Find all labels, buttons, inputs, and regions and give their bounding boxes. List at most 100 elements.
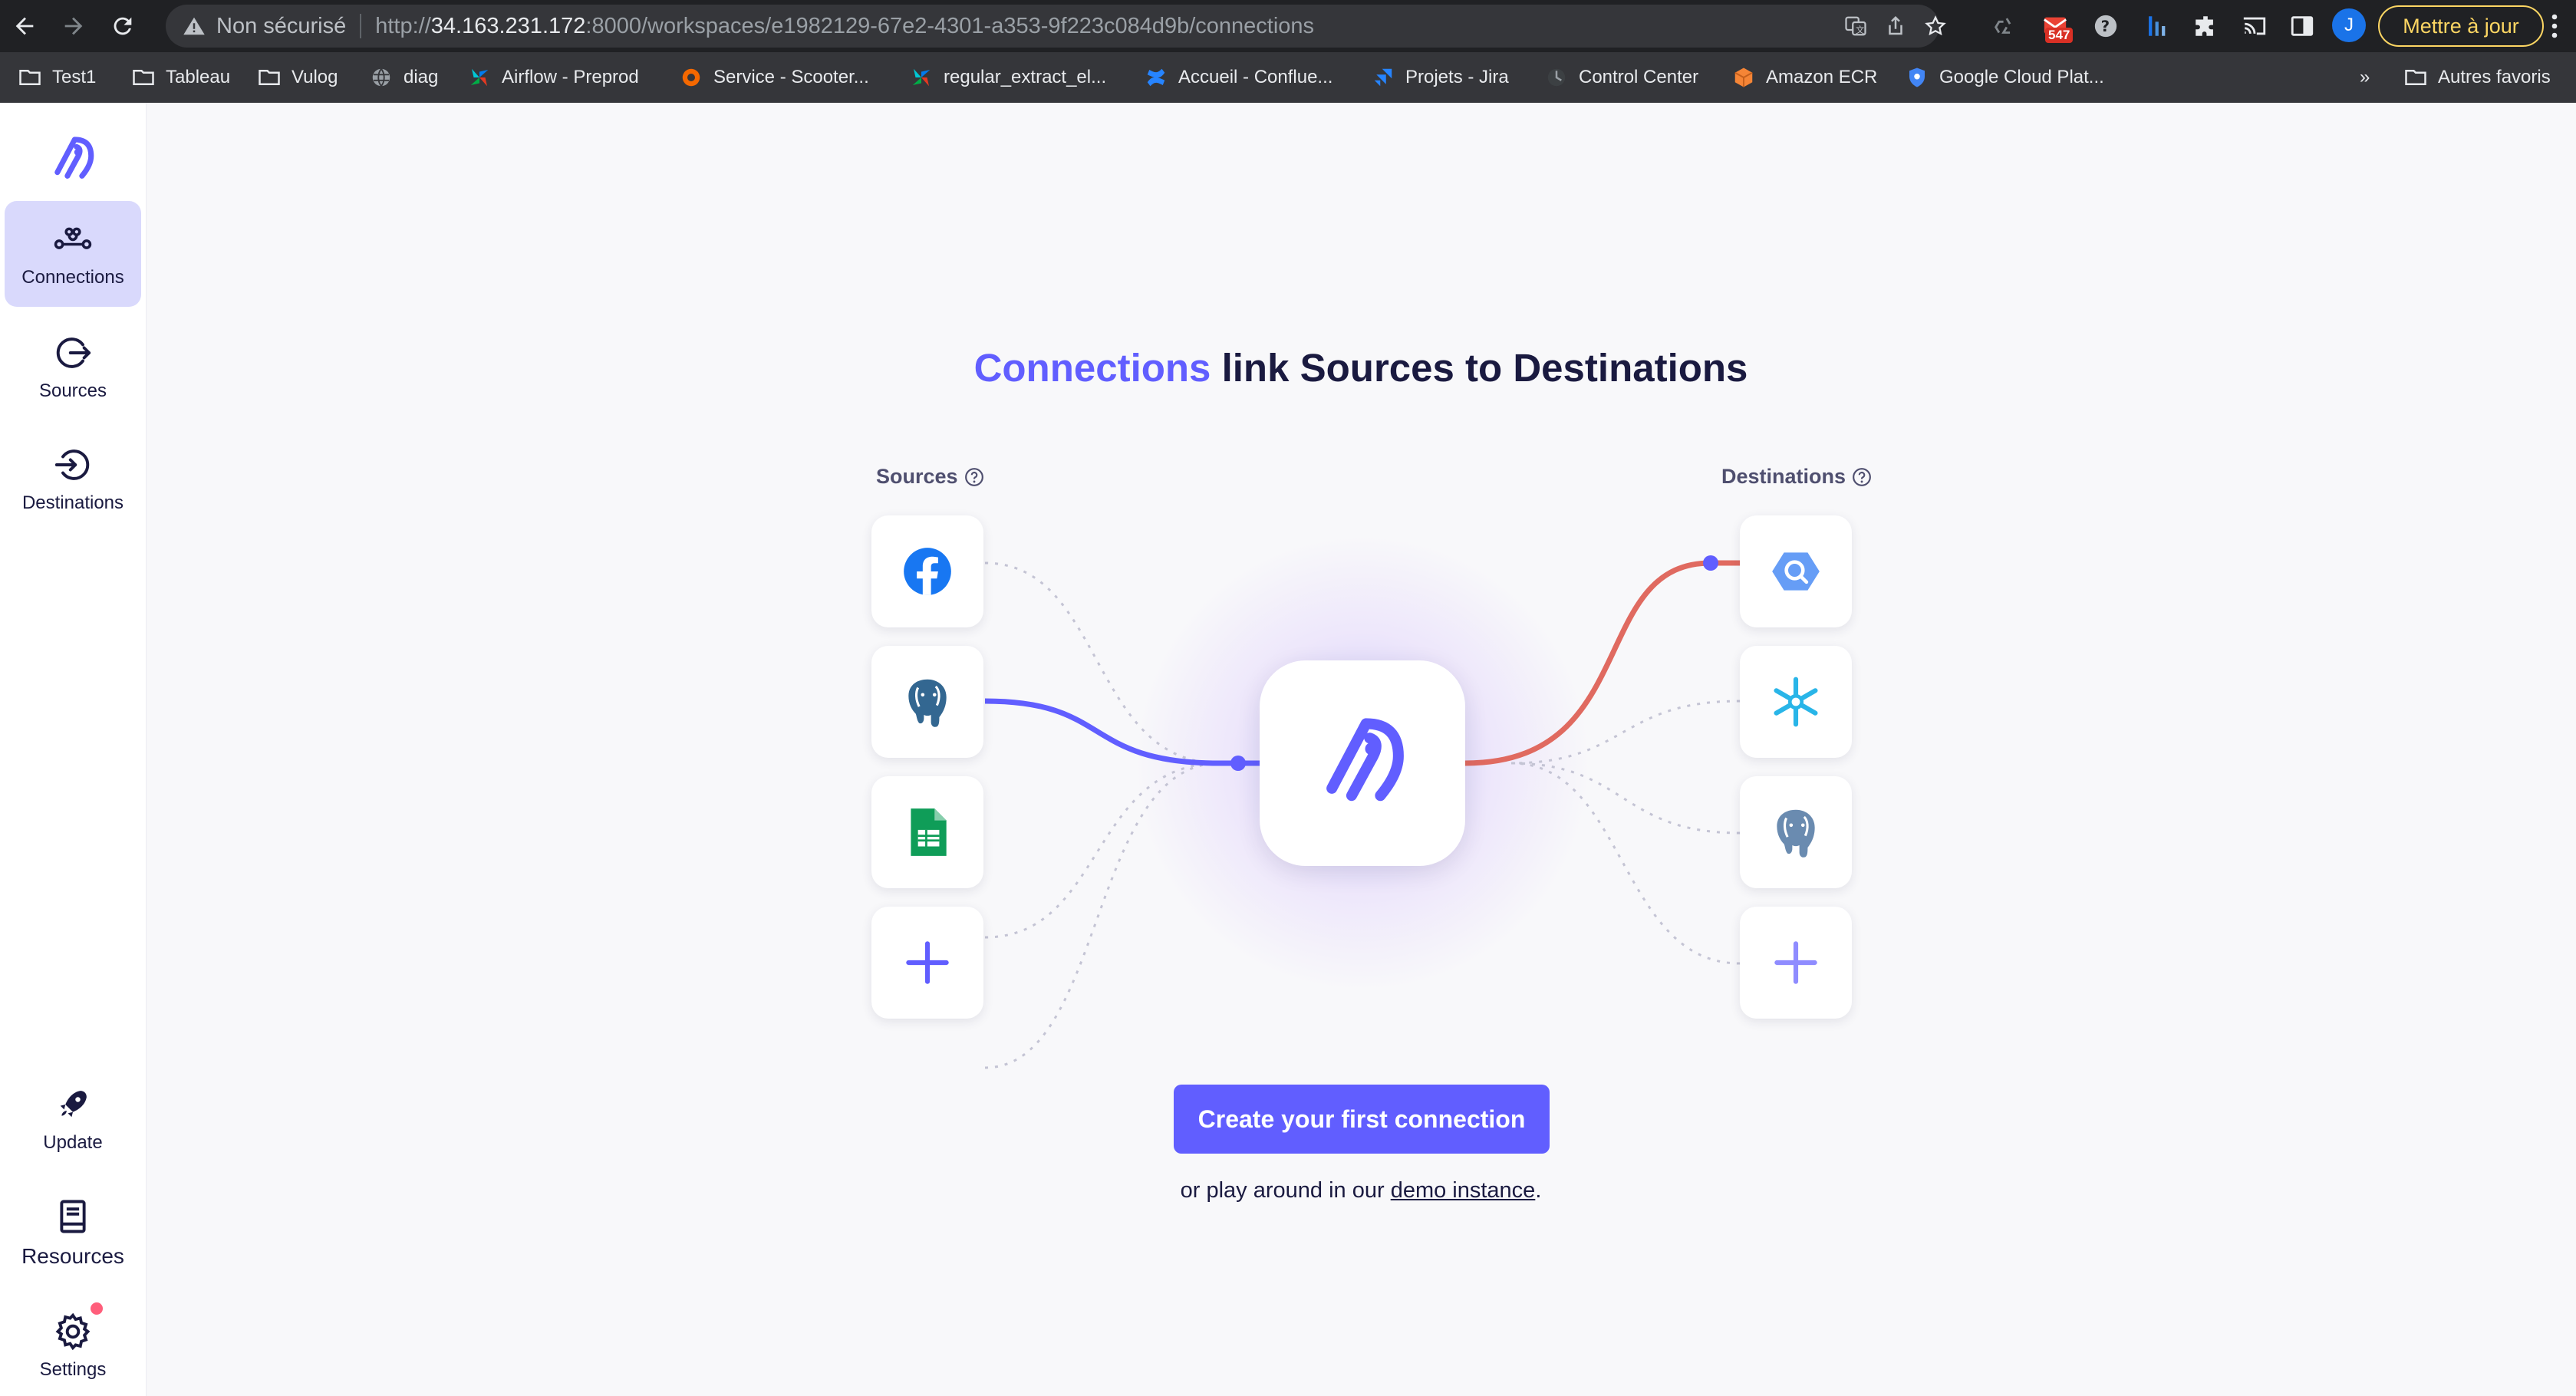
svg-text:?: ? bbox=[2101, 18, 2110, 35]
nav-destinations[interactable]: Destinations bbox=[5, 426, 141, 532]
sidebar: Connections Sources Destinations Update bbox=[0, 103, 147, 1396]
settings-notification-dot bbox=[91, 1302, 103, 1315]
bookmark-star-icon[interactable] bbox=[1924, 15, 1947, 38]
bookmark-label: Projets - Jira bbox=[1405, 67, 1509, 87]
rocket-icon bbox=[60, 1091, 87, 1118]
create-first-connection-button[interactable]: Create your first connection bbox=[1174, 1085, 1550, 1154]
add-source-button[interactable] bbox=[871, 907, 983, 1019]
airbyte-hub-logo-icon bbox=[1326, 718, 1404, 802]
bookmark-label: Control Center bbox=[1579, 67, 1699, 87]
nav-label: Resources bbox=[21, 1244, 124, 1268]
postgres-icon bbox=[1777, 809, 1815, 858]
bookmark-jira[interactable]: Projets - Jira bbox=[1372, 52, 1509, 103]
bookmark-tableau[interactable]: Tableau bbox=[132, 52, 230, 103]
control-center-icon bbox=[1547, 68, 1566, 87]
bars-extension-icon[interactable] bbox=[2143, 13, 2169, 39]
side-panel-icon[interactable] bbox=[2289, 13, 2315, 39]
url-scheme: http:// bbox=[375, 13, 431, 38]
bookmark-confluence[interactable]: Accueil - Conflue... bbox=[1145, 52, 1332, 103]
nav-update[interactable]: Update bbox=[5, 1069, 141, 1169]
app-root: Connections Sources Destinations Update bbox=[0, 103, 2576, 1396]
help-extension-icon[interactable]: ? bbox=[2093, 13, 2119, 39]
insecure-label: Non sécurisé bbox=[216, 13, 347, 38]
nav-label: Connections bbox=[21, 267, 124, 288]
bookmark-test1[interactable]: Test1 bbox=[18, 52, 96, 103]
url-host: 34.163.231.172 bbox=[430, 13, 586, 38]
nav-label: Update bbox=[43, 1132, 103, 1153]
other-bookmarks[interactable]: Autres favoris bbox=[2404, 52, 2551, 103]
url-path: :8000/workspaces/e1982129-67e2-4301-a353… bbox=[585, 13, 1315, 38]
bookmark-label: Tableau bbox=[166, 67, 231, 87]
bookmark-label: Test1 bbox=[52, 67, 97, 87]
reload-icon bbox=[114, 17, 132, 35]
url-text: http://34.163.231.172:8000/workspaces/e1… bbox=[375, 14, 1314, 39]
destination-card-postgres[interactable] bbox=[1740, 776, 1852, 888]
gear-icon bbox=[55, 1312, 91, 1351]
source-card-postgres[interactable] bbox=[871, 646, 983, 758]
browser-update-button[interactable]: Mettre à jour bbox=[2378, 5, 2544, 47]
bookmark-label: Amazon ECR bbox=[1766, 67, 1878, 87]
browser-menu-icon[interactable] bbox=[2547, 12, 2562, 40]
recycle-extension-icon[interactable] bbox=[1991, 13, 2018, 39]
bookmark-amazon-ecr[interactable]: Amazon ECR bbox=[1732, 52, 1877, 103]
extensions-puzzle-icon[interactable] bbox=[2192, 13, 2219, 39]
bookmarks-bar: Test1 Tableau Vulog diag Airflow - Prepr… bbox=[0, 52, 2576, 103]
facebook-icon bbox=[904, 548, 951, 595]
bookmark-vulog[interactable]: Vulog bbox=[258, 52, 338, 103]
plus-icon bbox=[906, 941, 949, 984]
source-connector-dot bbox=[1230, 756, 1246, 771]
demo-instance-link[interactable]: demo instance bbox=[1391, 1178, 1536, 1203]
source-card-google-sheets[interactable] bbox=[871, 776, 983, 888]
aws-icon bbox=[1734, 67, 1753, 87]
google-sheets-icon bbox=[911, 808, 947, 856]
browser-toolbar: Non sécurisé http://34.163.231.172:8000/… bbox=[0, 0, 2576, 52]
bookmark-label: Airflow - Preprod bbox=[502, 67, 639, 87]
profile-avatar[interactable]: J bbox=[2332, 8, 2366, 42]
bookmark-label: regular_extract_el... bbox=[944, 67, 1107, 87]
destinations-icon bbox=[54, 449, 90, 480]
source-card-facebook[interactable] bbox=[871, 515, 983, 627]
address-bar[interactable]: Non sécurisé http://34.163.231.172:8000/… bbox=[166, 5, 1946, 48]
bookmark-diag[interactable]: diag bbox=[370, 52, 438, 103]
source-active-path bbox=[984, 698, 1260, 766]
nav-connections[interactable]: Connections bbox=[5, 201, 141, 307]
forward-button[interactable] bbox=[49, 0, 98, 52]
nav-settings[interactable]: Settings bbox=[5, 1296, 141, 1396]
back-arrow-icon bbox=[15, 17, 34, 35]
bookmarks-overflow-button[interactable]: » bbox=[2360, 52, 2370, 103]
add-destination-button[interactable] bbox=[1740, 907, 1852, 1019]
postgres-icon bbox=[908, 679, 947, 727]
share-icon[interactable] bbox=[1884, 15, 1907, 38]
plus-icon bbox=[1774, 941, 1817, 984]
demo-instance-text: or play around in our demo instance. bbox=[146, 1178, 2576, 1203]
airbyte-logo-icon[interactable] bbox=[44, 130, 102, 189]
demo-prefix: or play around in our bbox=[1180, 1178, 1391, 1203]
nav-resources[interactable]: Resources bbox=[5, 1183, 141, 1282]
bookmark-label: Service - Scooter... bbox=[713, 67, 869, 87]
destination-card-bigquery[interactable] bbox=[1740, 515, 1852, 627]
snowflake-icon bbox=[1774, 677, 1818, 727]
destination-card-snowflake[interactable] bbox=[1740, 646, 1852, 758]
cast-icon[interactable] bbox=[2242, 13, 2268, 39]
bookmark-control-center[interactable]: Control Center bbox=[1545, 52, 1698, 103]
forward-arrow-icon bbox=[64, 17, 83, 35]
back-button[interactable] bbox=[0, 0, 49, 52]
bookmark-service-scooter[interactable]: Service - Scooter... bbox=[680, 52, 869, 103]
airflow-icon bbox=[470, 68, 489, 87]
connections-icon bbox=[54, 227, 92, 249]
nav-sources[interactable]: Sources bbox=[5, 314, 141, 420]
folder-icon bbox=[2405, 70, 2426, 85]
gcp-icon bbox=[1909, 67, 1925, 87]
bookmark-airflow-preprod[interactable]: Airflow - Preprod bbox=[468, 52, 639, 103]
omnibox-separator bbox=[360, 14, 362, 38]
translate-icon[interactable]: 文 bbox=[1844, 15, 1867, 38]
bookmark-regular-extract[interactable]: regular_extract_el... bbox=[910, 52, 1106, 103]
reload-button[interactable] bbox=[98, 0, 147, 52]
destination-connector-dot bbox=[1703, 555, 1718, 571]
bookmark-google-cloud[interactable]: Google Cloud Plat... bbox=[1906, 52, 2104, 103]
warning-icon bbox=[183, 17, 205, 35]
nav-label: Settings bbox=[39, 1359, 107, 1380]
folder-icon bbox=[259, 70, 280, 85]
grafana-icon bbox=[682, 68, 700, 87]
bookmark-label: diag bbox=[404, 67, 439, 87]
